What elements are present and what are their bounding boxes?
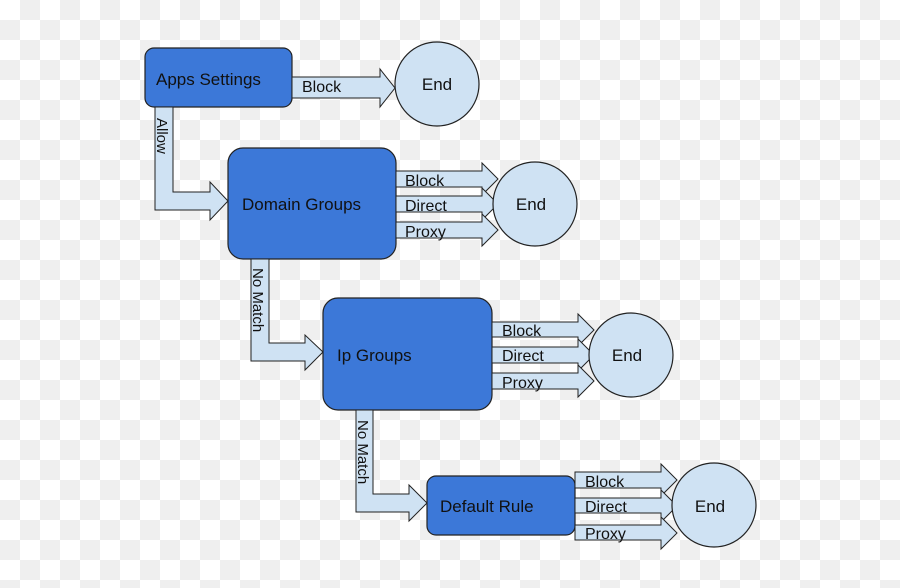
- arrow-default-proxy-label: Proxy: [585, 526, 626, 543]
- end-node-2-label: End: [516, 195, 546, 214]
- arrow-domain-proxy-label: Proxy: [405, 224, 446, 241]
- arrow-domain-block-label: Block: [405, 173, 445, 190]
- arrow-no-match-2-label: No Match: [354, 420, 371, 484]
- end-node-3-label: End: [612, 346, 642, 365]
- node-apps-settings-label: Apps Settings: [156, 70, 261, 89]
- arrow-apps-block-label: Block: [302, 79, 342, 96]
- arrow-ip-proxy-label: Proxy: [502, 375, 543, 392]
- end-node-1-label: End: [422, 75, 452, 94]
- flow-diagram: Apps Settings Block End Allow Domain Gro…: [144, 41, 757, 551]
- node-domain-groups-label: Domain Groups: [242, 195, 361, 214]
- arrow-ip-direct-label: Direct: [502, 348, 544, 365]
- arrow-domain-direct-label: Direct: [405, 198, 447, 215]
- arrow-ip-block-label: Block: [502, 323, 542, 340]
- arrow-default-block-label: Block: [585, 474, 625, 491]
- arrow-no-match-1-label: No Match: [249, 268, 266, 332]
- end-node-4-label: End: [695, 497, 725, 516]
- node-ip-groups-label: Ip Groups: [337, 346, 412, 365]
- arrow-allow-label: Allow: [153, 118, 170, 154]
- arrow-default-direct-label: Direct: [585, 499, 627, 516]
- node-default-rule-label: Default Rule: [440, 497, 534, 516]
